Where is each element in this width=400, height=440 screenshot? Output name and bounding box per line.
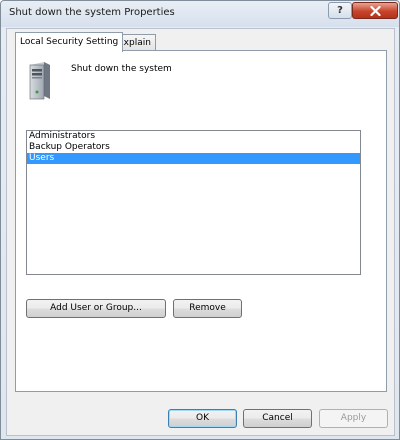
close-button[interactable] bbox=[352, 2, 398, 19]
dialog-button-bar: OK Cancel Apply bbox=[7, 392, 394, 435]
close-icon bbox=[369, 5, 381, 16]
tab-panel-local-security-setting: Shut down the system Administrators Back… bbox=[15, 50, 387, 392]
properties-dialog: Shut down the system Properties ? Local … bbox=[0, 0, 400, 440]
computer-tower-icon bbox=[29, 62, 50, 100]
dialog-client-area: Local Security Setting Explain Shut down… bbox=[6, 28, 395, 436]
tab-label: Local Security Setting bbox=[20, 37, 119, 47]
apply-button[interactable]: Apply bbox=[319, 409, 388, 428]
list-item-backup-operators[interactable]: Backup Operators bbox=[27, 142, 360, 153]
list-item-administrators[interactable]: Administrators bbox=[27, 131, 360, 142]
help-button[interactable]: ? bbox=[328, 2, 352, 19]
remove-button[interactable]: Remove bbox=[173, 299, 242, 318]
tab-local-security-setting[interactable]: Local Security Setting bbox=[15, 32, 124, 52]
add-user-or-group-button[interactable]: Add User or Group... bbox=[26, 299, 166, 318]
help-icon: ? bbox=[337, 5, 343, 16]
title-bar[interactable]: Shut down the system Properties ? bbox=[1, 1, 399, 27]
window-title: Shut down the system Properties bbox=[9, 7, 175, 18]
ok-button[interactable]: OK bbox=[168, 409, 237, 428]
cancel-button[interactable]: Cancel bbox=[243, 409, 312, 428]
policy-name: Shut down the system bbox=[71, 64, 172, 74]
list-item-users[interactable]: Users bbox=[27, 153, 360, 164]
members-list[interactable]: Administrators Backup Operators Users bbox=[26, 130, 361, 275]
